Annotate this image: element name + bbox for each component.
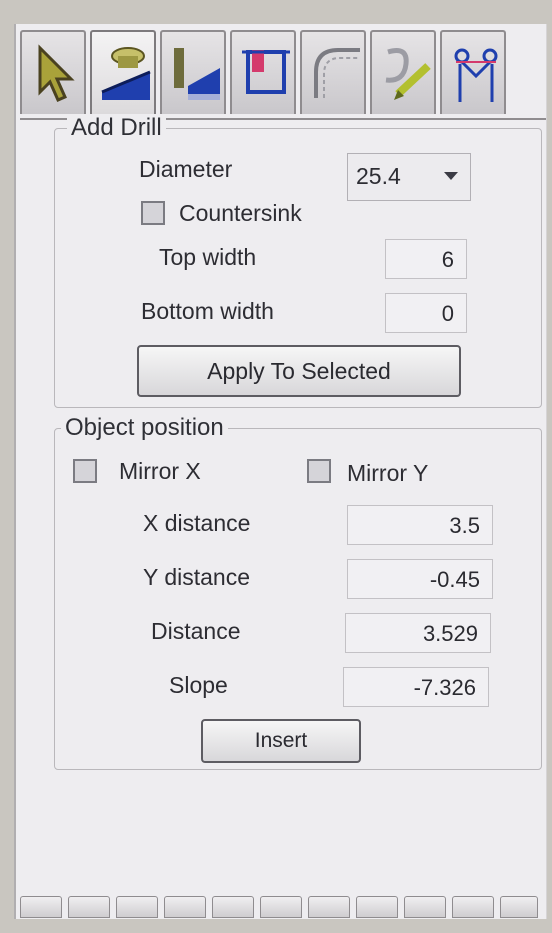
fillet-icon (314, 48, 360, 98)
chevron-down-icon (444, 172, 458, 180)
tab-pencil[interactable] (370, 30, 436, 114)
diameter-select[interactable]: 25.4 (347, 153, 471, 201)
toolbar-button-10[interactable] (452, 896, 494, 918)
x-distance-field[interactable]: 3.5 (347, 505, 493, 545)
y-distance-field[interactable]: -0.45 (347, 559, 493, 599)
select-arrow-icon (38, 44, 75, 102)
distance-field[interactable]: 3.529 (345, 613, 491, 653)
tab-drill[interactable] (90, 30, 156, 114)
mirror-y-checkbox[interactable] (307, 459, 331, 483)
tab-pocket[interactable] (230, 30, 296, 114)
tool-tab-strip (20, 30, 546, 120)
distance-label: Distance (151, 618, 241, 644)
tab-drill-bit[interactable] (160, 30, 226, 114)
countersink-checkbox[interactable] (141, 201, 165, 225)
top-width-label: Top width (159, 244, 257, 270)
slope-label: Slope (169, 672, 228, 698)
toolbar-button-1[interactable] (20, 896, 62, 918)
drill-panel: Add Drill Diameter 25.4 Countersink Top … (14, 24, 547, 919)
apply-to-selected-button[interactable]: Apply To Selected (137, 345, 461, 397)
toolbar-button-7[interactable] (308, 896, 350, 918)
insert-button[interactable]: Insert (201, 719, 361, 763)
countersink-label: Countersink (179, 200, 302, 226)
diameter-value: 25.4 (356, 163, 401, 189)
toolbar-button-6[interactable] (260, 896, 302, 918)
add-drill-legend: Add Drill (67, 114, 166, 142)
toolbar-button-3[interactable] (116, 896, 158, 918)
y-distance-label: Y distance (143, 564, 250, 590)
pocket-icon (242, 50, 290, 94)
toolbar-button-11[interactable] (500, 896, 538, 918)
x-distance-label: X distance (143, 510, 251, 536)
object-position-legend: Object position (61, 414, 228, 442)
drill-icon (101, 47, 151, 100)
top-width-field[interactable]: 6 (385, 239, 467, 279)
toolbar-button-8[interactable] (356, 896, 398, 918)
pencil-icon (385, 48, 431, 100)
mirror-x-label: Mirror X (119, 458, 201, 484)
tab-fillet[interactable] (300, 30, 366, 114)
diameter-label: Diameter (139, 156, 233, 182)
drill-bit-icon (174, 48, 220, 100)
toolbar-button-2[interactable] (68, 896, 110, 918)
mirror-y-label: Mirror Y (347, 460, 429, 486)
toolbar-button-4[interactable] (164, 896, 206, 918)
toolbar-button-5[interactable] (212, 896, 254, 918)
add-drill-group: Add Drill Diameter 25.4 Countersink Top … (54, 114, 542, 408)
bottom-width-label: Bottom width (141, 298, 274, 324)
mirror-x-checkbox[interactable] (73, 459, 97, 483)
tab-caliper[interactable] (440, 30, 506, 114)
bottom-toolbar (20, 896, 540, 918)
toolbar-button-9[interactable] (404, 896, 446, 918)
tab-select[interactable] (20, 30, 86, 114)
object-position-group: Object position Mirror X Mirror Y X dist… (54, 414, 542, 770)
bottom-width-field[interactable]: 0 (385, 293, 467, 333)
slope-field[interactable]: -7.326 (343, 667, 489, 707)
caliper-icon (454, 48, 498, 102)
